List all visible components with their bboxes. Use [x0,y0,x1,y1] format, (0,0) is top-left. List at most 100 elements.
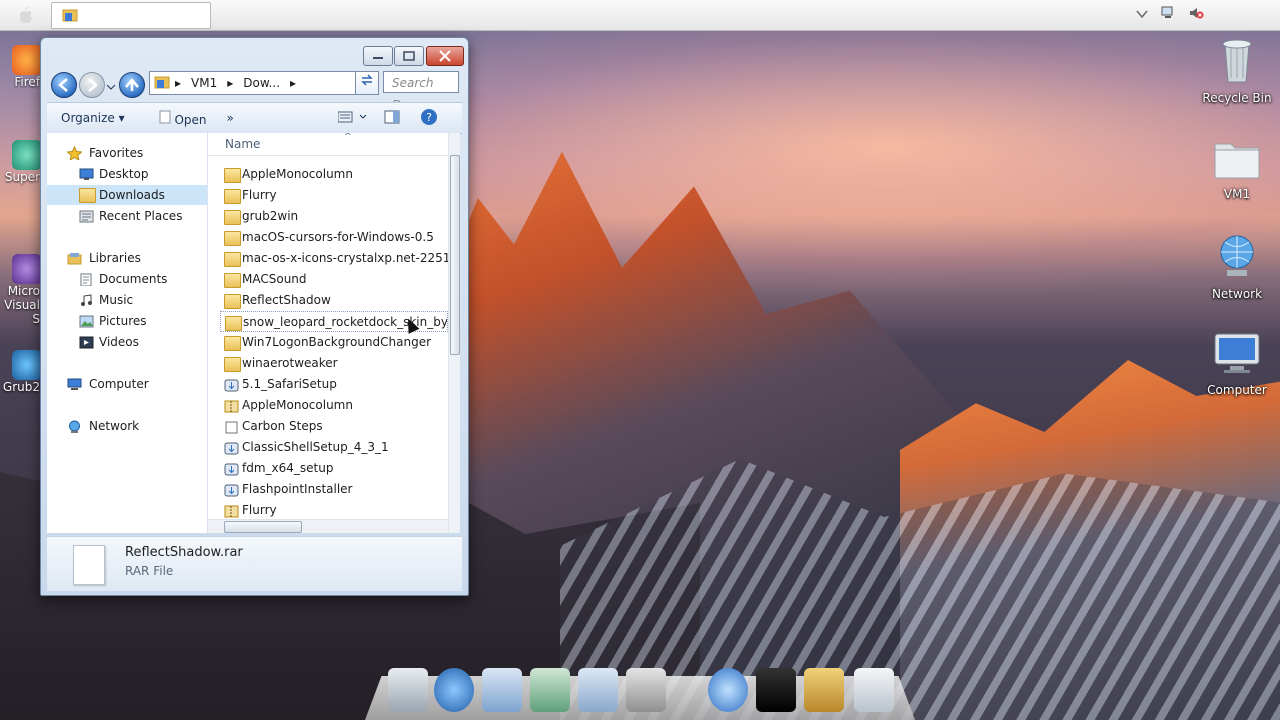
nav-computer[interactable]: Computer [47,374,207,394]
file-row[interactable]: winaerotweaker [220,353,448,374]
breadcrumb-separator[interactable]: ▸ [170,76,186,90]
file-row[interactable]: AppleMonocolumn [220,164,448,185]
shortcut-label: Grub2 [2,380,40,394]
dock-item-shirt[interactable] [756,668,796,712]
back-button[interactable] [51,72,77,98]
dock-item-folder[interactable] [482,668,522,712]
file-row[interactable]: Flurry [220,185,448,206]
nav-favorites[interactable]: Favorites [47,143,207,163]
nav-pictures[interactable]: Pictures [47,311,207,331]
scroll-thumb[interactable] [224,521,302,533]
horizontal-scrollbar[interactable] [208,519,448,533]
file-row[interactable]: fdm_x64_setup [220,458,448,479]
file-row[interactable]: ClassicShellSetup_4_3_1 [220,437,448,458]
dock-item-globe[interactable] [434,668,474,712]
apple-icon[interactable] [10,4,38,26]
breadcrumb-downloads[interactable]: Dow... [238,76,285,90]
close-button[interactable] [426,46,464,66]
desktop-shortcut-visual-studio[interactable]: Micro Visual S [0,254,42,326]
dock-item-utilities[interactable] [804,668,844,712]
desktop-icon-vm1[interactable]: VM1 [1197,136,1277,201]
desktop-icon-label: Network [1211,287,1263,301]
dock-item-network[interactable] [708,668,748,712]
navigation-pane: Favorites Desktop Downloads Recent Place… [47,133,208,533]
file-name: grub2win [242,209,299,223]
clock[interactable] [1216,9,1270,21]
file-row[interactable]: Win7LogonBackgroundChanger [220,332,448,353]
taskbar-explorer-button[interactable] [51,2,211,29]
breadcrumb-separator[interactable]: ▸ [222,76,238,90]
more-commands-button[interactable]: » [217,111,244,125]
shortcut-label: Firef [14,75,40,89]
nav-videos[interactable]: Videos [47,332,207,352]
desktop-icon-network[interactable]: Network [1197,232,1277,301]
help-button[interactable]: ? [410,108,448,129]
file-name: ReflectShadow [242,293,331,307]
search-input[interactable]: Search Do... [383,71,459,112]
nav-recent-places[interactable]: Recent Places [47,206,207,226]
file-row[interactable]: ReflectShadow [220,290,448,311]
file-row[interactable]: 5.1_SafariSetup [220,374,448,395]
desktop-shortcut-super[interactable]: Super [0,140,42,184]
arrow-left-icon [58,78,68,92]
file-row[interactable]: mac-os-x-icons-crystalxp.net-22519 [220,248,448,269]
file-name: Win7LogonBackgroundChanger [242,335,432,349]
archive-icon [224,399,239,413]
documents-icon [79,272,94,287]
desktop-icon-label: VM1 [1223,187,1251,201]
folder-icon [224,168,241,183]
network-tray-icon[interactable] [1160,6,1176,23]
nav-libraries[interactable]: Libraries [47,248,207,268]
vertical-scrollbar[interactable] [448,133,460,533]
desktop-icon-recycle-bin[interactable]: Recycle Bin [1197,38,1277,105]
dock-item-folder-blue[interactable] [578,668,618,712]
dock-item-folder-green[interactable] [530,668,570,712]
file-row[interactable]: macOS-cursors-for-Windows-0.5 [220,227,448,248]
minimize-button[interactable] [363,46,393,66]
nav-downloads[interactable]: Downloads [47,185,207,205]
svg-text:?: ? [426,111,432,124]
file-row[interactable]: Carbon Steps [220,416,448,437]
folder-icon [62,8,78,25]
file-row[interactable]: FlashpointInstaller [220,479,448,500]
system-tray [1136,6,1270,23]
file-row[interactable]: Flurry [220,500,448,521]
open-button[interactable]: Open [135,110,217,127]
dock-item-preview[interactable] [388,668,428,712]
volume-muted-icon[interactable] [1188,6,1204,23]
up-button[interactable] [119,72,145,98]
desktop-icon-computer[interactable]: Computer [1197,332,1277,397]
breadcrumb-separator[interactable]: ▸ [285,76,301,90]
file-row[interactable]: MACSound [220,269,448,290]
breadcrumb-vm1[interactable]: VM1 [186,76,222,90]
installer-icon [224,483,239,497]
dock-item-recycle-bin[interactable] [854,668,894,712]
dock-item-tools[interactable] [626,668,666,712]
view-options-button[interactable] [328,111,378,126]
desktop-shortcut-firefox[interactable]: Firef [0,45,42,89]
open-label: Open [174,112,207,127]
refresh-button[interactable] [355,71,379,95]
firefox-icon [12,45,42,75]
nav-music[interactable]: Music [47,290,207,310]
archive-icon [224,504,239,518]
address-bar[interactable]: ▸ VM1 ▸ Dow... ▸ ▾ [149,71,369,95]
column-header-name[interactable]: Name ^ [208,133,448,156]
file-row[interactable]: grub2win [220,206,448,227]
desktop-shortcut-grub2win[interactable]: Grub2 [0,350,42,394]
nav-desktop[interactable]: Desktop [47,164,207,184]
scroll-thumb[interactable] [450,155,460,355]
file-row[interactable]: AppleMonocolumn [220,395,448,416]
organize-button[interactable]: Organize ▾ [47,111,135,125]
chevron-down-icon[interactable] [1136,8,1148,22]
nav-network[interactable]: Network [47,416,207,436]
folder-icon [224,336,241,351]
preview-pane-button[interactable] [378,110,410,127]
desktop-icon-label: Computer [1207,383,1267,397]
pictures-icon [79,314,94,328]
maximize-button[interactable] [394,46,424,66]
forward-button[interactable] [79,72,105,98]
videos-icon [79,335,94,349]
recent-pages-dropdown[interactable] [106,80,116,94]
nav-documents[interactable]: Documents [47,269,207,289]
